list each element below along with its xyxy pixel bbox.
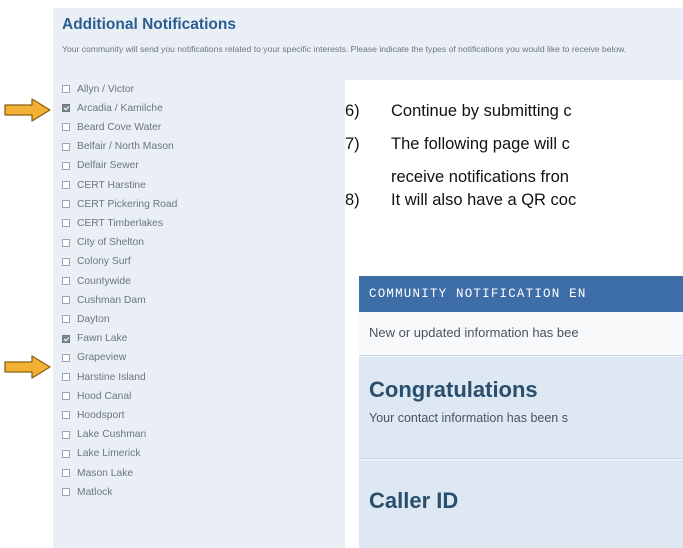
option-label: CERT Harstine — [77, 179, 146, 191]
option-label: Grapeview — [77, 352, 127, 364]
notification-option[interactable]: City of Shelton — [62, 236, 144, 250]
option-label: Countywide — [77, 275, 131, 287]
checkbox[interactable] — [62, 469, 70, 477]
option-label: Colony Surf — [77, 256, 131, 268]
option-label: Allyn / Victor — [77, 83, 135, 95]
checkbox[interactable] — [62, 392, 70, 401]
notification-option[interactable]: CERT Harstine — [62, 178, 146, 192]
notification-option[interactable]: Fawn Lake — [62, 332, 127, 346]
option-label: City of Shelton — [77, 237, 144, 249]
notifications-description: Your community will send you notificatio… — [62, 44, 627, 54]
update-message-row: New or updated information has bee — [359, 312, 683, 356]
notification-option[interactable]: Dayton — [62, 312, 110, 326]
checkbox[interactable] — [62, 430, 70, 439]
arrow-right-icon — [4, 98, 51, 122]
checkbox[interactable] — [62, 277, 70, 285]
option-label: Belfair / North Mason — [77, 141, 174, 153]
step-number: 6) — [345, 102, 360, 120]
congratulations-text: Your contact information has been s — [369, 411, 568, 425]
banner-title: COMMUNITY NOTIFICATION EN — [369, 287, 587, 301]
notification-option[interactable]: Harstine Island — [62, 370, 146, 384]
checkbox[interactable] — [62, 353, 70, 362]
checkbox[interactable] — [62, 449, 70, 458]
notification-option[interactable]: Allyn / Victor — [62, 82, 134, 96]
notification-option[interactable]: Lake Cushman — [62, 428, 146, 442]
confirmation-screenshot: COMMUNITY NOTIFICATION EN New or updated… — [359, 276, 683, 548]
notification-option[interactable]: Lake Limerick — [62, 447, 141, 461]
checkbox[interactable] — [62, 488, 70, 497]
checkbox[interactable] — [62, 161, 70, 170]
congratulations-heading: Congratulations — [369, 377, 538, 402]
notification-option[interactable]: Cushman Dam — [62, 293, 146, 307]
option-label: Hoodsport — [77, 409, 125, 421]
checkbox[interactable] — [62, 85, 70, 93]
instructions-overlay: 6) Continue by submitting c 7) The follo… — [345, 80, 683, 548]
checkbox[interactable] — [62, 373, 70, 381]
checkbox[interactable] — [62, 315, 70, 324]
notification-option[interactable]: Delfair Sewer — [62, 159, 139, 173]
caller-id-heading: Caller ID — [369, 488, 459, 513]
notification-option[interactable]: CERT Pickering Road — [62, 197, 177, 211]
step-text: It will also have a QR coc — [391, 191, 577, 209]
checkbox[interactable] — [62, 200, 70, 209]
update-message: New or updated information has bee — [369, 325, 579, 340]
option-label: Arcadia / Kamilche — [77, 102, 163, 114]
option-label: Matlock — [77, 486, 113, 498]
option-label: Cushman Dam — [77, 294, 146, 306]
notification-option[interactable]: CERT Timberlakes — [62, 216, 163, 230]
notification-option[interactable]: Grapeview — [62, 351, 126, 365]
checkbox[interactable] — [62, 181, 70, 189]
step-text: receive notifications fron — [391, 168, 569, 186]
option-label: Mason Lake — [77, 467, 134, 479]
option-label: Fawn Lake — [77, 333, 128, 345]
instruction-steps: 6) Continue by submitting c 7) The follo… — [345, 90, 683, 210]
option-label: Hood Canal — [77, 390, 132, 402]
option-label: Dayton — [77, 313, 110, 325]
notification-option[interactable]: Mason Lake — [62, 466, 133, 480]
notification-option[interactable]: Arcadia / Kamilche — [62, 101, 163, 115]
notification-option[interactable]: Colony Surf — [62, 255, 131, 269]
checkbox[interactable] — [62, 411, 70, 420]
step-number: 7) — [345, 135, 360, 153]
step-text: Continue by submitting c — [391, 102, 572, 120]
checkbox[interactable] — [62, 123, 70, 132]
option-label: Delfair Sewer — [77, 160, 139, 172]
notification-option[interactable]: Belfair / North Mason — [62, 140, 174, 154]
checkbox[interactable] — [62, 238, 70, 247]
checkbox[interactable] — [62, 142, 70, 151]
step-number: 8) — [345, 191, 360, 209]
option-label: Lake Cushman — [77, 429, 147, 441]
option-label: Harstine Island — [77, 371, 146, 383]
checkbox[interactable] — [62, 296, 70, 305]
checkbox-checked[interactable] — [62, 334, 70, 343]
congratulations-section: Congratulations Your contact information… — [359, 357, 683, 459]
notification-option[interactable]: Hoodsport — [62, 408, 125, 422]
option-label: Beard Cove Water — [77, 121, 162, 133]
notification-option[interactable]: Beard Cove Water — [62, 120, 161, 134]
checkbox[interactable] — [62, 219, 70, 228]
notification-option[interactable]: Matlock — [62, 485, 112, 499]
confirmation-banner: COMMUNITY NOTIFICATION EN — [359, 276, 683, 312]
option-label: CERT Timberlakes — [77, 217, 164, 229]
arrow-right-icon — [4, 355, 51, 379]
checkbox-checked[interactable] — [62, 104, 70, 113]
option-label: CERT Pickering Road — [77, 198, 178, 210]
step-text: The following page will c — [391, 135, 570, 153]
notification-option[interactable]: Hood Canal — [62, 389, 131, 403]
caller-id-section: Caller ID — [359, 460, 683, 548]
checkbox[interactable] — [62, 257, 70, 266]
option-label: Lake Limerick — [77, 448, 141, 460]
notification-option[interactable]: Countywide — [62, 274, 131, 288]
notifications-title: Additional Notifications — [62, 16, 236, 33]
